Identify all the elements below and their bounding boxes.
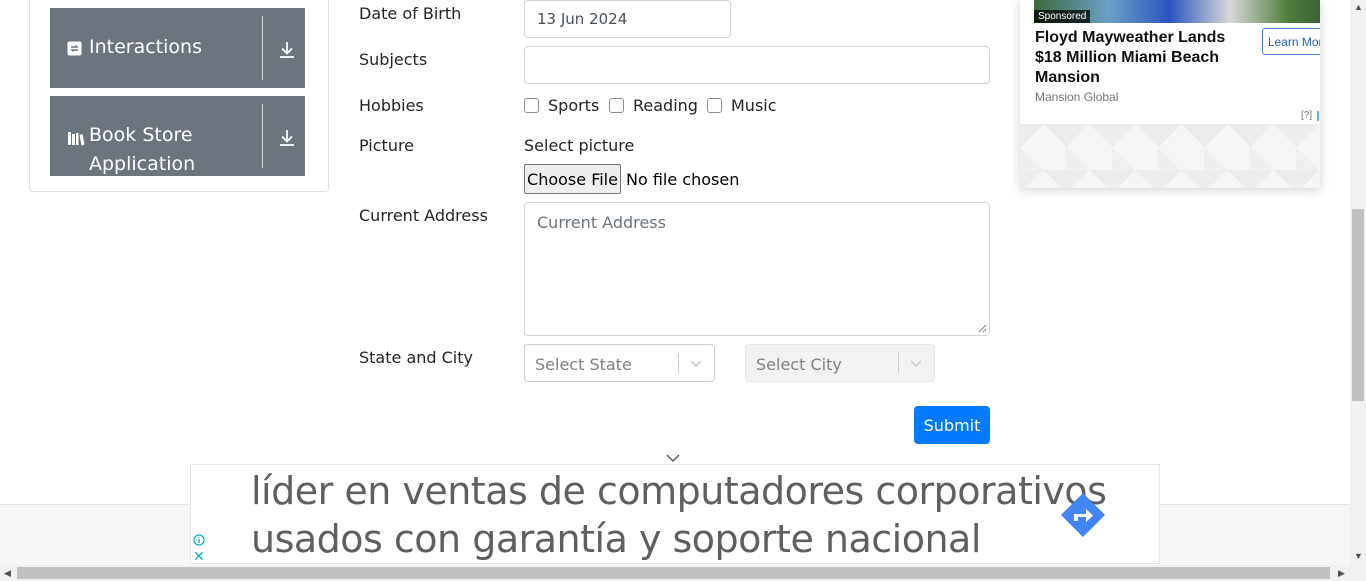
ad-arrow-icon[interactable] (1059, 491, 1107, 539)
scroll-left-icon[interactable]: ◀ (4, 568, 11, 579)
current-address-textarea[interactable]: Current Address (524, 202, 990, 336)
address-label: Current Address (359, 206, 488, 225)
download-icon[interactable] (279, 129, 295, 151)
hobby-music-checkbox[interactable]: Music (707, 96, 777, 115)
checkbox-box[interactable] (609, 98, 624, 113)
checkbox-box[interactable] (524, 98, 539, 113)
ad-close-icon[interactable]: ✕ (193, 549, 205, 563)
picture-label: Picture (359, 136, 415, 155)
subjects-input[interactable] (524, 46, 990, 84)
books-icon (67, 130, 85, 151)
horizontal-scroll-thumb[interactable] (17, 567, 1330, 579)
download-icon[interactable] (279, 41, 295, 63)
address-placeholder: Current Address (537, 213, 666, 232)
select-separator (898, 353, 899, 373)
select-picture-text: Select picture (524, 136, 635, 155)
state-city-label: State and City (359, 348, 473, 367)
bottom-banner-ad[interactable]: líder en ventas de computadores corporat… (190, 464, 1160, 564)
horizontal-scrollbar[interactable]: ◀ ▶ (0, 565, 1366, 581)
sidebar-group-label-line1: Book Store (89, 124, 193, 146)
hobby-reading-checkbox[interactable]: Reading (609, 96, 698, 115)
checkbox-box[interactable] (707, 98, 722, 113)
ad-text-line1[interactable]: líder en ventas de computadores corporat… (251, 469, 1107, 513)
dob-label: Date of Birth (359, 4, 462, 23)
sidebar-group-label-line2: Application (89, 153, 196, 175)
divider (262, 104, 263, 168)
sidebar-group-book-store[interactable]: Book Store Application (50, 96, 305, 176)
side-ad[interactable]: Sponsored Floyd Mayweather Lands $18 Mil… (1020, 0, 1320, 188)
sidebar-group-interactions[interactable]: Interactions (50, 8, 305, 88)
dob-value: 13 Jun 2024 (537, 10, 628, 28)
hobby-music-label[interactable]: Music (731, 96, 777, 115)
sidebar-group-label: Interactions (89, 36, 202, 58)
hobby-sports-label[interactable]: Sports (548, 96, 599, 115)
chevron-down-icon[interactable] (908, 355, 924, 375)
refresh-icon (67, 41, 82, 61)
scroll-up-icon[interactable]: ▲ (1354, 2, 1363, 12)
hobbies-label: Hobbies (359, 96, 424, 115)
hobby-sports-checkbox[interactable]: Sports (524, 96, 599, 115)
subjects-label: Subjects (359, 50, 428, 69)
city-placeholder: Select City (756, 355, 842, 374)
ad-source: Mansion Global (1035, 90, 1119, 104)
ad-title[interactable]: Floyd Mayweather Lands $18 Million Miami… (1035, 28, 1250, 88)
sponsored-badge: Sponsored (1034, 10, 1091, 23)
vertical-scroll-thumb[interactable] (1352, 209, 1364, 401)
ad-text-line2[interactable]: usados con garantía y soporte nacional (251, 517, 981, 561)
chevron-down-icon[interactable] (688, 355, 704, 375)
hobby-reading-label[interactable]: Reading (633, 96, 698, 115)
divider (262, 16, 263, 80)
select-separator (678, 353, 679, 373)
dob-input[interactable]: 13 Jun 2024 (524, 0, 731, 38)
submit-button[interactable]: Submit (914, 406, 990, 444)
choose-file-button[interactable]: Choose File (524, 164, 621, 194)
vertical-scrollbar[interactable]: ▲ ▼ (1350, 0, 1366, 565)
scroll-down-icon[interactable]: ▼ (1354, 551, 1363, 561)
scroll-right-icon[interactable]: ▶ (1338, 568, 1345, 579)
ad-help-link[interactable]: [?] (1301, 110, 1312, 121)
ad-background-pattern (1020, 124, 1320, 188)
state-select[interactable]: Select State (524, 344, 715, 382)
resize-handle-icon[interactable] (978, 324, 987, 333)
state-placeholder: Select State (535, 355, 632, 374)
learn-more-button[interactable]: Learn More (1262, 28, 1320, 55)
file-status: No file chosen (626, 170, 740, 189)
city-select[interactable]: Select City (745, 344, 935, 382)
